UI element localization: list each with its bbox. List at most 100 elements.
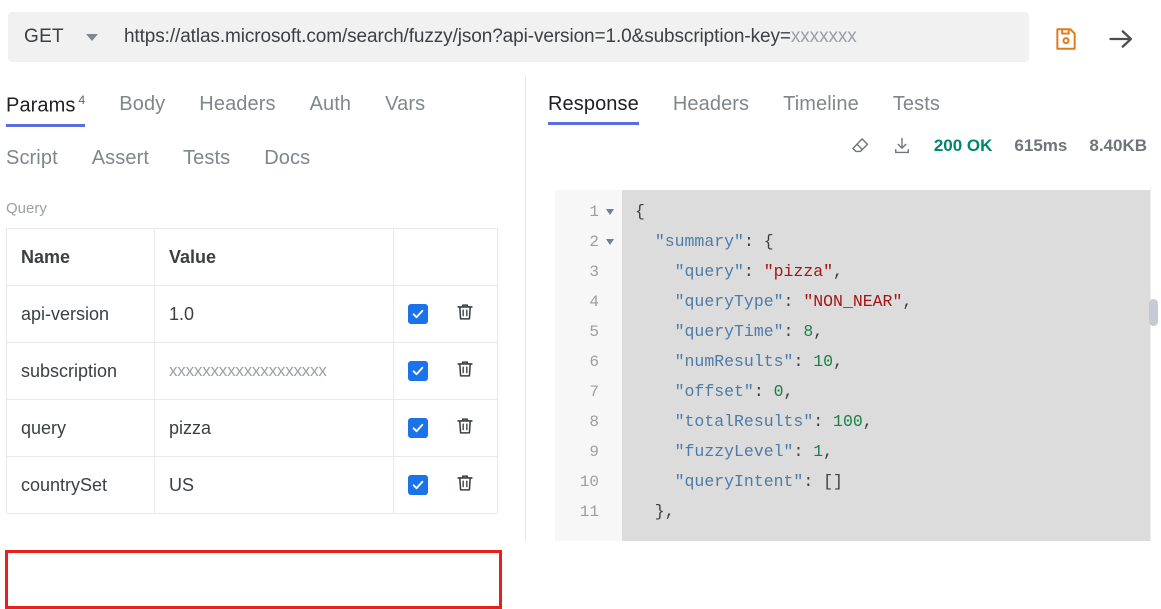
code-line: "offset": 0,	[623, 377, 1155, 407]
send-request-button[interactable]	[1104, 22, 1138, 56]
response-scrollbar-thumb[interactable]	[1149, 299, 1158, 326]
http-method-label: GET	[24, 26, 64, 47]
json-punct: :	[813, 412, 834, 431]
fold-triangle-icon[interactable]	[606, 239, 614, 245]
tab-response-tests[interactable]: Tests	[893, 93, 940, 125]
delete-param-button[interactable]	[454, 415, 476, 442]
json-punct: : {	[743, 232, 774, 251]
tab-count-badge: 4	[78, 93, 86, 107]
json-key: "totalResults"	[674, 412, 814, 431]
param-name-cell[interactable]: query	[6, 399, 155, 457]
save-request-button[interactable]	[1049, 22, 1083, 56]
query-params-table: Name Value api-version 1.0 subscription xxxx…	[6, 228, 498, 514]
request-url-bar: GET https://atlas.microsoft.com/search/f…	[8, 12, 1029, 62]
tab-label: Assert	[91, 147, 150, 169]
param-enabled-checkbox[interactable]	[408, 304, 428, 324]
tab-assert[interactable]: Assert	[92, 147, 149, 179]
json-punct	[635, 382, 675, 401]
line-number-text: 11	[579, 503, 599, 521]
line-number: 9	[555, 437, 622, 467]
tab-response-timeline[interactable]: Timeline	[783, 93, 859, 125]
json-punct: ,	[862, 412, 873, 431]
clear-response-button[interactable]	[850, 136, 870, 156]
table-row[interactable]: countrySet US	[6, 456, 498, 514]
line-number-text: 10	[579, 473, 599, 491]
code-line: "queryType": "NON_NEAR",	[623, 287, 1155, 317]
eraser-clear-icon	[852, 138, 869, 153]
json-number: 8	[803, 322, 814, 341]
tab-label: Tests	[183, 147, 231, 169]
code-line: "summary": {	[623, 227, 1155, 257]
param-actions-cell	[393, 342, 498, 400]
code-line: "totalResults": 100,	[623, 407, 1155, 437]
query-group-label: Query	[6, 200, 47, 217]
line-number: 5	[555, 317, 622, 347]
response-size: 8.40KB	[1089, 136, 1147, 155]
param-value-cell[interactable]: xxxxxxxxxxxxxxxxxxx	[154, 342, 394, 400]
highlight-annotation-box	[5, 550, 502, 609]
json-punct	[635, 292, 675, 311]
delete-param-button[interactable]	[454, 301, 476, 328]
tab-label: Timeline	[783, 93, 859, 115]
tab-auth[interactable]: Auth	[310, 93, 352, 125]
json-key: "fuzzyLevel"	[674, 442, 794, 461]
line-number-text: 2	[589, 233, 599, 251]
http-method-selector[interactable]: GET	[24, 26, 98, 48]
param-name-cell[interactable]: api-version	[6, 285, 155, 343]
tab-script[interactable]: Script	[6, 147, 58, 179]
param-enabled-checkbox[interactable]	[408, 418, 428, 438]
line-number: 11	[555, 497, 622, 527]
json-key: "query"	[674, 262, 744, 281]
json-key: "queryType"	[674, 292, 784, 311]
delete-param-button[interactable]	[454, 472, 476, 499]
json-punct: ,	[813, 322, 824, 341]
param-value-cell[interactable]: pizza	[154, 399, 394, 457]
tab-response-headers[interactable]: Headers	[673, 93, 749, 125]
url-masked-key: xxxxxxx	[790, 26, 857, 47]
response-status-bar: 200 OK 615ms 8.40KB	[850, 136, 1147, 156]
delete-param-button[interactable]	[454, 358, 476, 385]
download-icon	[894, 137, 909, 154]
url-input[interactable]: https://atlas.microsoft.com/search/fuzzy…	[124, 26, 857, 48]
checkmark-icon	[412, 423, 424, 433]
fold-triangle-icon[interactable]	[606, 209, 614, 215]
table-row[interactable]: subscription xxxxxxxxxxxxxxxxxxx	[6, 342, 498, 400]
tab-headers[interactable]: Headers	[199, 93, 275, 125]
param-name-cell[interactable]: subscription	[6, 342, 155, 400]
json-number: 10	[813, 352, 834, 371]
table-header-row: Name Value	[6, 228, 498, 286]
json-key: "queryIntent"	[674, 472, 804, 491]
param-name-cell[interactable]: countrySet	[6, 456, 155, 514]
tab-label: Docs	[264, 147, 311, 169]
json-punct	[635, 322, 675, 341]
param-value-cell[interactable]: 1.0	[154, 285, 394, 343]
line-number-text: 3	[589, 263, 599, 281]
line-number-gutter: 1 2 3 4 5 6 7 8 9 10 11	[555, 190, 623, 541]
json-punct	[635, 442, 675, 461]
trash-icon	[457, 474, 473, 491]
param-actions-cell	[393, 399, 498, 457]
download-response-button[interactable]	[892, 136, 912, 156]
checkmark-icon	[412, 480, 424, 490]
table-row[interactable]: api-version 1.0	[6, 285, 498, 343]
response-scrollbar-track[interactable]	[1149, 186, 1160, 541]
tab-body[interactable]: Body	[119, 93, 165, 125]
param-enabled-checkbox[interactable]	[408, 475, 428, 495]
param-value-cell[interactable]: US	[154, 456, 394, 514]
tab-params[interactable]: Params 4	[6, 93, 86, 127]
table-row[interactable]: query pizza	[6, 399, 498, 457]
actions-wrapper	[395, 472, 497, 499]
json-punct: ,	[902, 292, 913, 311]
tab-docs[interactable]: Docs	[264, 147, 310, 179]
column-header-value: Value	[154, 228, 394, 286]
tab-response-response[interactable]: Response	[548, 93, 639, 125]
tab-vars[interactable]: Vars	[385, 93, 425, 125]
json-code-area[interactable]: { "summary": { "query": "pizza", "queryT…	[623, 190, 1155, 541]
tab-tests[interactable]: Tests	[183, 147, 230, 179]
tab-label: Body	[119, 93, 166, 115]
json-string: "NON_NEAR"	[803, 292, 903, 311]
request-tabs-secondary: Script Assert Tests Docs	[6, 147, 344, 179]
response-json-viewer[interactable]: 1 2 3 4 5 6 7 8 9 10 11 { "summary": { "query": "p…	[555, 190, 1155, 541]
param-enabled-checkbox[interactable]	[408, 361, 428, 381]
json-punct: : []	[803, 472, 843, 491]
